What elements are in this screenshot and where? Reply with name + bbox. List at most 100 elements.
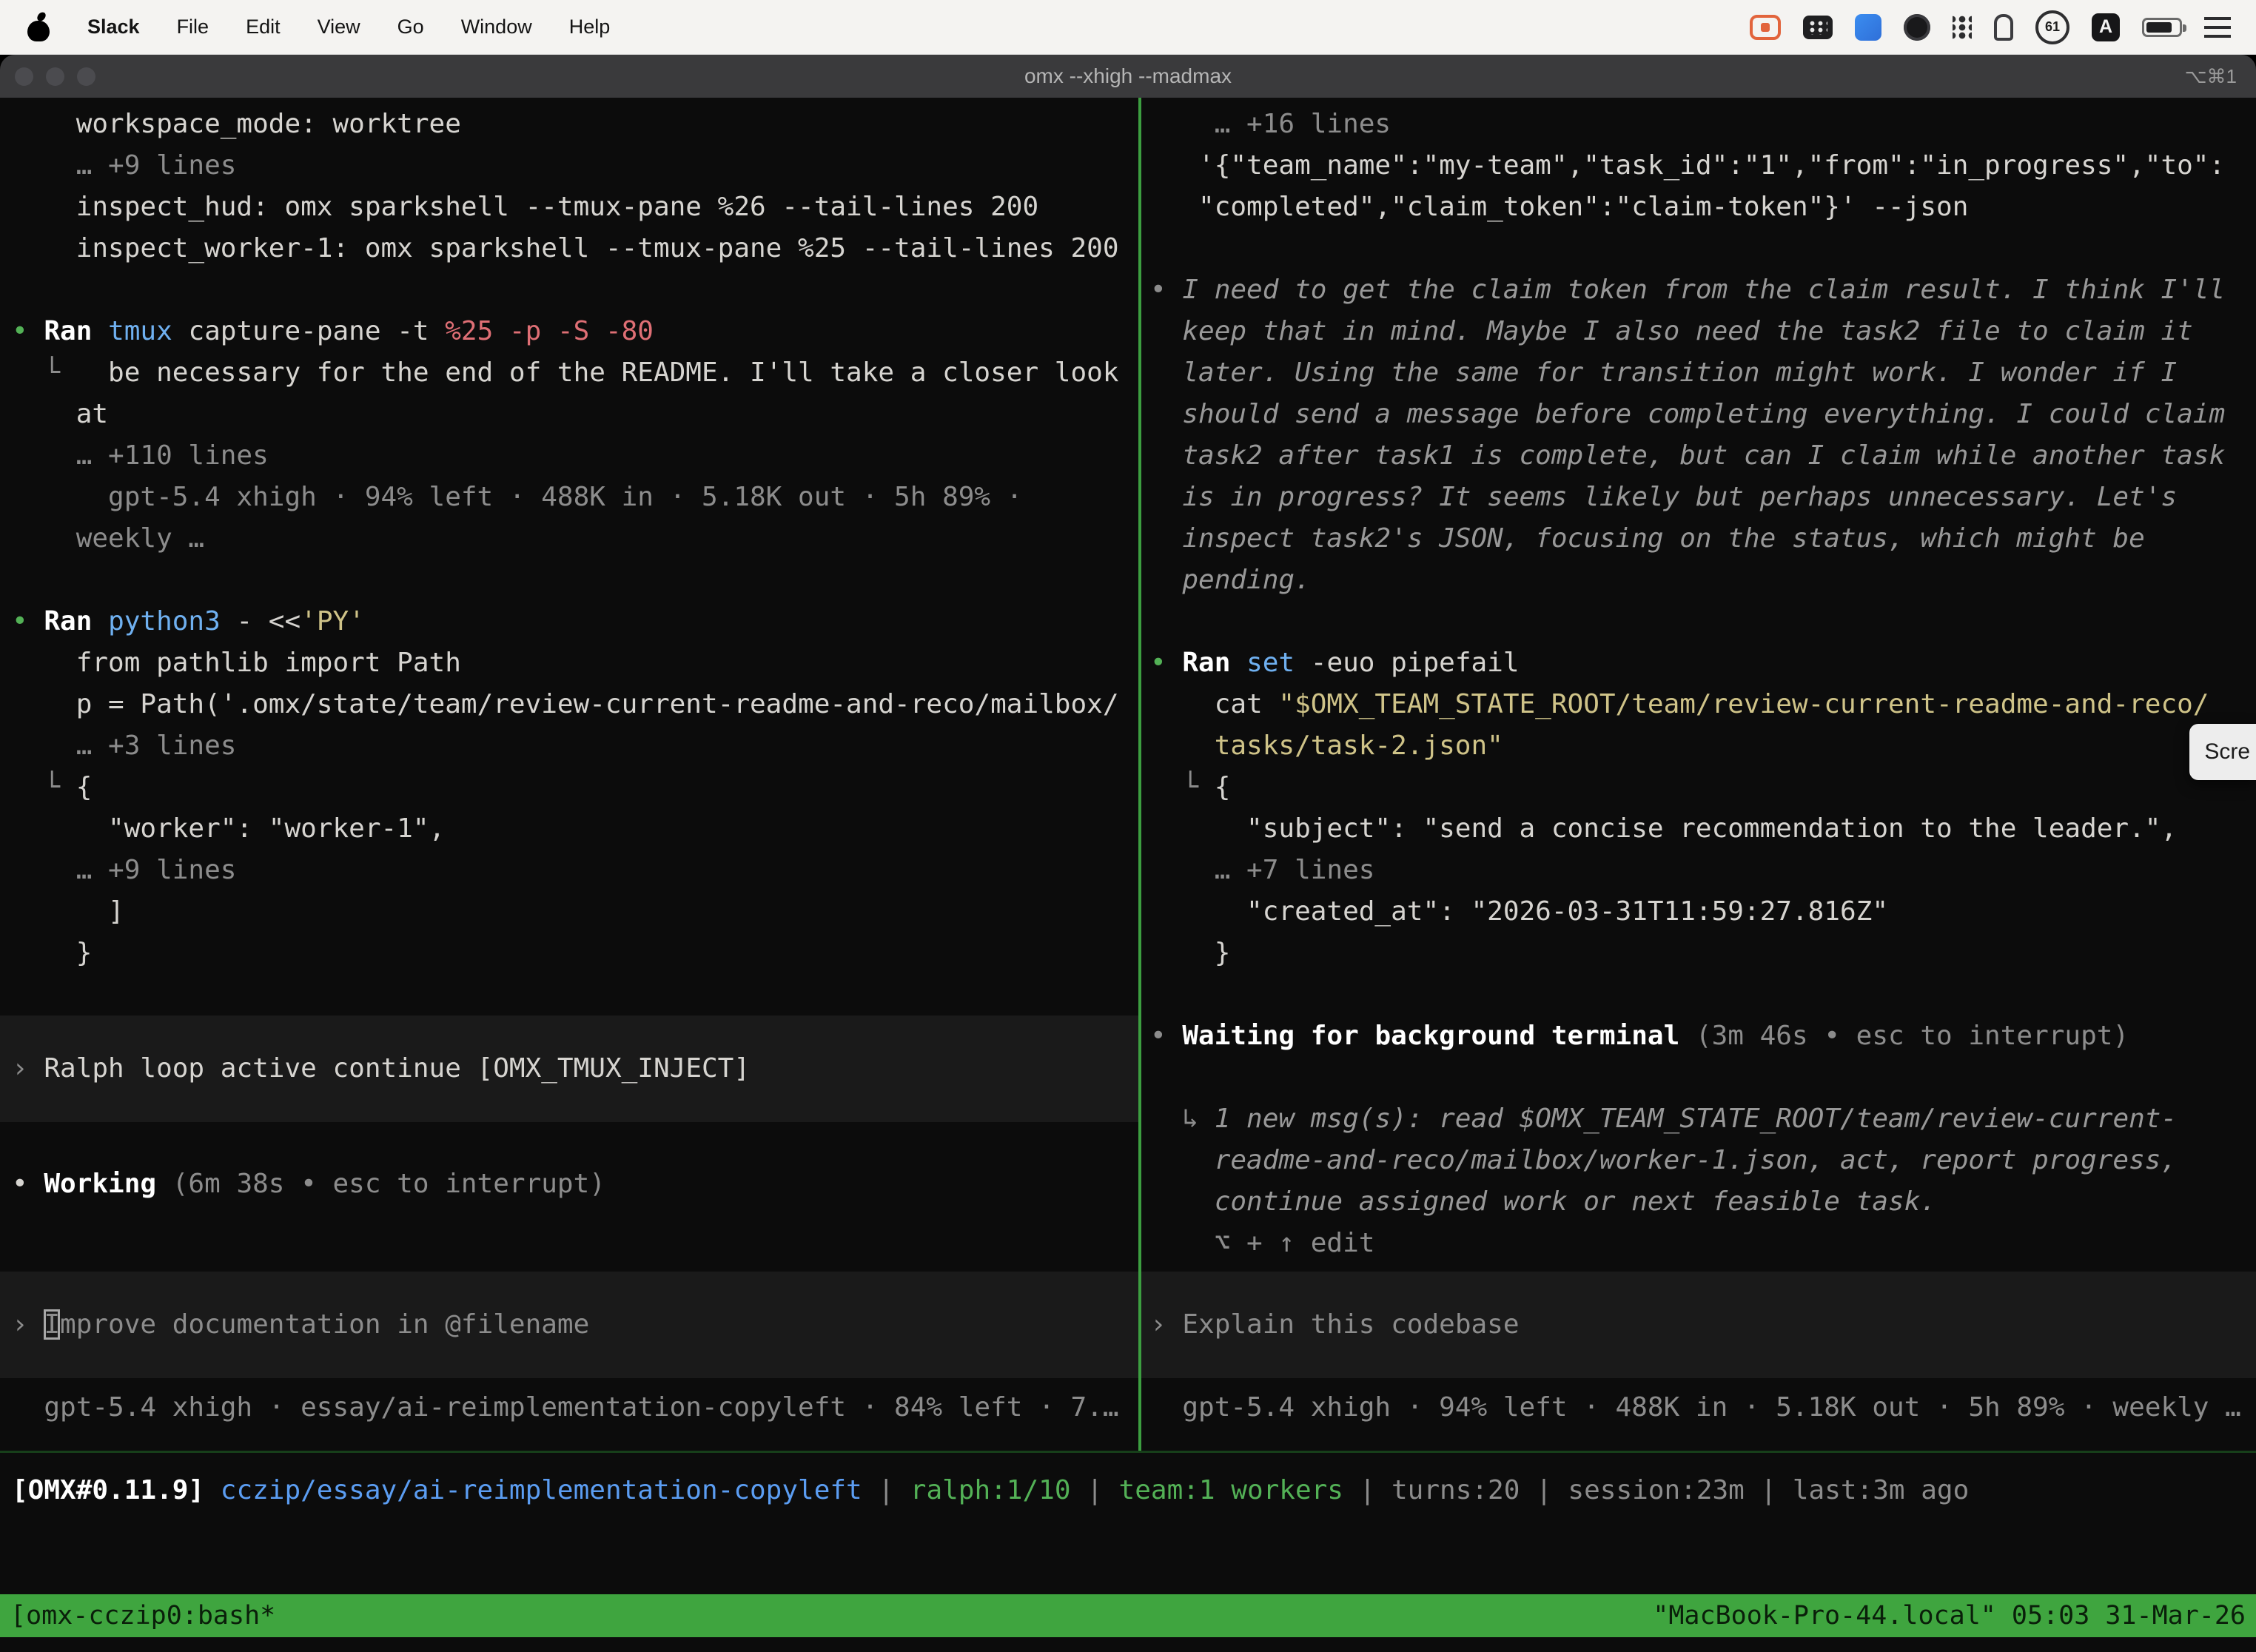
terminal-line: … +16 lines	[1141, 104, 2256, 145]
terminal-line: workspace_mode: worktree	[0, 104, 1138, 145]
terminal-line: ⌥ + ↑ edit	[1141, 1223, 2256, 1264]
window-title: omx --xhigh --madmax	[1024, 64, 1232, 88]
input-source-icon[interactable]: A	[2092, 13, 2120, 41]
battery-icon[interactable]	[2142, 18, 2182, 37]
ghost-app-icon[interactable]	[1994, 14, 2013, 41]
terminal-line: … +9 lines	[0, 145, 1138, 187]
tmux-status-bar: [omx-cczip0:bash* "MacBook-Pro-44.local"…	[0, 1594, 2256, 1637]
terminal-line: cat "$OMX_TEAM_STATE_ROOT/team/review-cu…	[1141, 684, 2256, 725]
apple-menu-icon[interactable]	[25, 10, 52, 44]
window-shortcut-hint: ⌥⌘1	[2185, 65, 2237, 88]
terminal-line: '{"team_name":"my-team","task_id":"1","f…	[1141, 145, 2256, 187]
prompt-suggestion-band[interactable]: › Ralph loop active continue [OMX_TMUX_I…	[0, 1015, 1138, 1122]
prompt-suggestion-band[interactable]: › Improve documentation in @filename	[0, 1272, 1138, 1378]
menu-item-file[interactable]: File	[177, 16, 209, 38]
terminal-line: • Ran python3 - <<'PY'	[0, 601, 1138, 642]
menu-item-slack[interactable]: Slack	[87, 16, 140, 38]
screen: Slack File Edit View Go Window Help 61 A omx -…	[0, 0, 2256, 1652]
terminal-line: inspect_worker-1: omx sparkshell --tmux-…	[0, 228, 1138, 269]
terminal-line: continue assigned work or next feasible …	[1141, 1181, 2256, 1223]
terminal-line: gpt-5.4 xhigh · 94% left · 488K in · 5.1…	[1141, 1387, 2256, 1428]
tmux-panes: workspace_mode: worktree … +9 lines insp…	[0, 98, 2256, 1451]
left-pane[interactable]: workspace_mode: worktree … +9 lines insp…	[0, 98, 1138, 1451]
terminal-window: omx --xhigh --madmax ⌥⌘1 workspace_mode:…	[0, 55, 2256, 1652]
battery-percent-badge[interactable]: 61	[2035, 10, 2069, 44]
prompt-suggestion-line[interactable]: › Improve documentation in @filename	[0, 1304, 1138, 1346]
terminal-line: weekly …	[0, 518, 1138, 560]
terminal-line	[1141, 228, 2256, 269]
terminal-line: … +9 lines	[0, 850, 1138, 891]
terminal-line: "completed","claim_token":"claim-token"}…	[1141, 187, 2256, 228]
menu-bar-status-icons: 61 A	[1750, 10, 2231, 44]
terminal-line: "created_at": "2026-03-31T11:59:27.816Z"	[1141, 891, 2256, 933]
terminal-line: tasks/task-2.json"	[1141, 725, 2256, 767]
dark-circle-app-icon[interactable]	[1904, 14, 1930, 41]
menu-item-help[interactable]: Help	[569, 16, 611, 38]
terminal-line: … +110 lines	[0, 435, 1138, 477]
terminal-line	[0, 974, 1138, 1015]
terminal-line: ↳ 1 new msg(s): read $OMX_TEAM_STATE_ROO…	[1141, 1098, 2256, 1140]
terminal-line	[0, 560, 1138, 601]
terminal-line	[1141, 974, 2256, 1015]
terminal-line: p = Path('.omx/state/team/review-current…	[0, 684, 1138, 725]
omx-status-text: [OMX#0.11.9] cczip/essay/ai-reimplementa…	[0, 1470, 2256, 1511]
window-titlebar[interactable]: omx --xhigh --madmax ⌥⌘1	[0, 55, 2256, 98]
terminal-line: gpt-5.4 xhigh · 94% left · 488K in · 5.1…	[0, 477, 1138, 518]
terminal-line: … +7 lines	[1141, 850, 2256, 891]
terminal-line	[0, 269, 1138, 311]
terminal-line: keep that in mind. Maybe I also need the…	[1141, 311, 2256, 352]
menu-item-view[interactable]: View	[318, 16, 360, 38]
menu-bar-left: Slack File Edit View Go Window Help	[25, 10, 647, 44]
terminal-line	[0, 1122, 1138, 1164]
terminal-line: should send a message before completing …	[1141, 394, 2256, 435]
terminal-line: • I need to get the claim token from the…	[1141, 269, 2256, 311]
terminal-line: … +3 lines	[0, 725, 1138, 767]
menu-bar: Slack File Edit View Go Window Help 61 A	[0, 0, 2256, 55]
terminal-line: "worker": "worker-1",	[0, 808, 1138, 850]
close-button[interactable]	[15, 67, 33, 86]
horizontal-pane-border	[0, 1451, 2256, 1453]
terminal-line: • Working (6m 38s • esc to interrupt)	[0, 1164, 1138, 1205]
prompt-suggestion-line[interactable]: › Ralph loop active continue [OMX_TMUX_I…	[0, 1048, 1138, 1089]
terminal-line: ]	[0, 891, 1138, 933]
menu-item-window[interactable]: Window	[461, 16, 532, 38]
terminal-content: workspace_mode: worktree … +9 lines insp…	[0, 98, 2256, 1652]
terminal-line: inspect_hud: omx sparkshell --tmux-pane …	[0, 187, 1138, 228]
prompt-suggestion-band[interactable]: › Explain this codebase	[1141, 1272, 2256, 1378]
terminal-line: task2 after task1 is complete, but can I…	[1141, 435, 2256, 477]
terminal-line: └ {	[0, 767, 1138, 808]
tmux-host-time: "MacBook-Pro-44.local" 05:03 31-Mar-26	[1653, 1595, 2246, 1636]
terminal-line: is in progress? It seems likely but perh…	[1141, 477, 2256, 518]
screen-recording-indicator[interactable]	[1750, 15, 1781, 40]
terminal-line: • Waiting for background terminal (3m 46…	[1141, 1015, 2256, 1057]
menu-item-edit[interactable]: Edit	[246, 16, 281, 38]
keypad-grid-icon[interactable]	[1803, 16, 1833, 39]
menu-items: File Edit View Go Window Help	[177, 16, 648, 38]
terminal-line: readme-and-reco/mailbox/worker-1.json, a…	[1141, 1140, 2256, 1181]
terminal-line: "subject": "send a concise recommendatio…	[1141, 808, 2256, 850]
menu-lines-icon[interactable]	[2204, 17, 2231, 38]
tmux-session-label: [omx-cczip0:bash*	[10, 1595, 275, 1636]
terminal-line: inspect task2's JSON, focusing on the st…	[1141, 518, 2256, 560]
terminal-line: └ be necessary for the end of the README…	[0, 352, 1138, 394]
zoom-button[interactable]	[77, 67, 95, 86]
terminal-line: from pathlib import Path	[0, 642, 1138, 684]
prompt-suggestion-line[interactable]: › Explain this codebase	[1141, 1304, 2256, 1346]
terminal-line: }	[0, 933, 1138, 974]
omx-status-line: [OMX#0.11.9] cczip/essay/ai-reimplementa…	[0, 1470, 2256, 1511]
terminal-line: gpt-5.4 xhigh · essay/ai-reimplementatio…	[0, 1387, 1138, 1428]
terminal-line: • Ran tmux capture-pane -t %25 -p -S -80	[0, 311, 1138, 352]
screen-sharing-tooltip: Scre	[2189, 724, 2256, 780]
terminal-line: • Ran set -euo pipefail	[1141, 642, 2256, 684]
terminal-line	[1141, 1057, 2256, 1098]
right-pane[interactable]: … +16 lines '{"team_name":"my-team","tas…	[1141, 98, 2256, 1451]
terminal-line: pending.	[1141, 560, 2256, 601]
terminal-line: └ {	[1141, 767, 2256, 808]
blue-app-icon[interactable]	[1855, 14, 1881, 41]
terminal-line: later. Using the same for transition mig…	[1141, 352, 2256, 394]
terminal-line: }	[1141, 933, 2256, 974]
terminal-line: at	[0, 394, 1138, 435]
dots-grid-icon[interactable]	[1953, 15, 1972, 40]
menu-item-go[interactable]: Go	[397, 16, 424, 38]
minimize-button[interactable]	[46, 67, 64, 86]
